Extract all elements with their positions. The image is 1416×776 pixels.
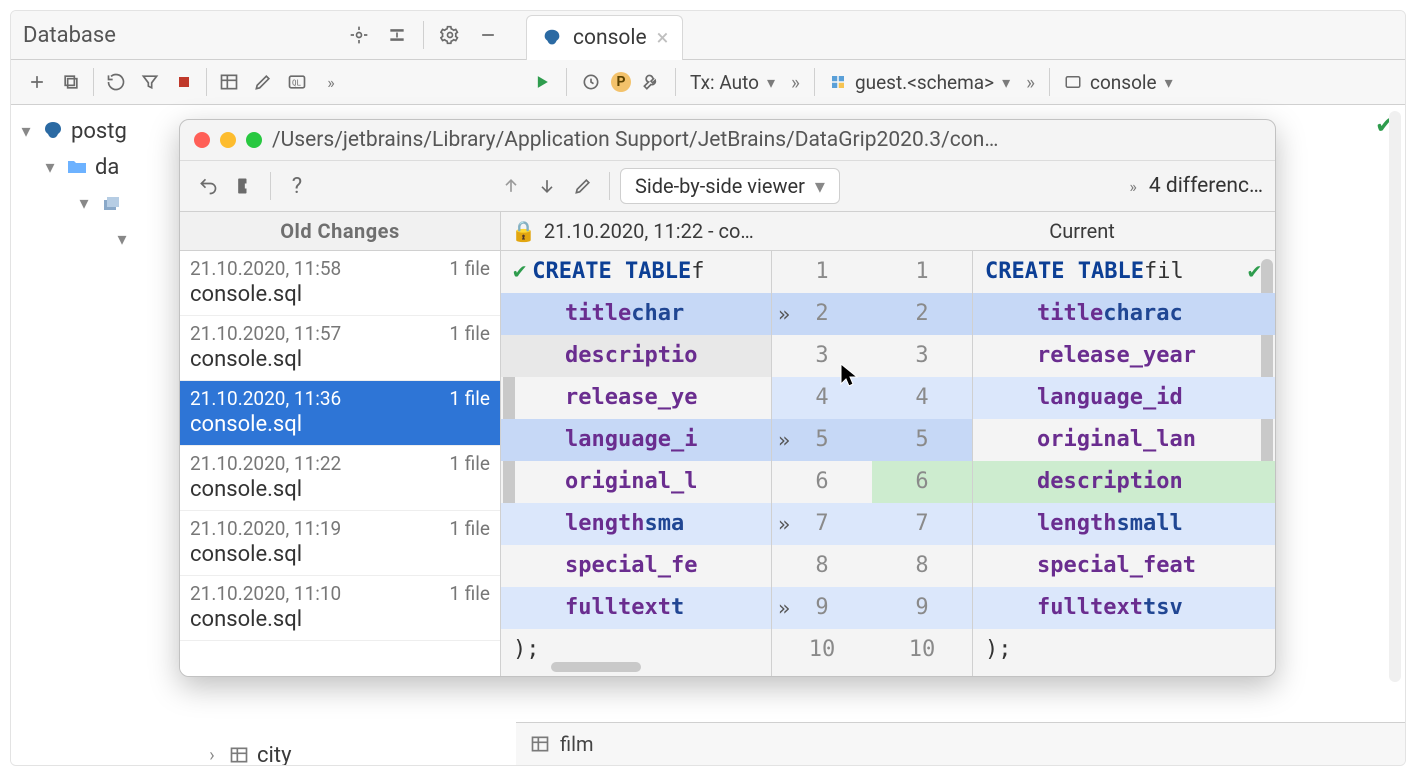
change-item[interactable]: 21.10.2020, 11:221 fileconsole.sql: [180, 446, 500, 511]
change-item[interactable]: 21.10.2020, 11:191 fileconsole.sql: [180, 511, 500, 576]
tree-table-city[interactable]: › city: [17, 737, 516, 765]
window-title: /Users/jetbrains/Library/Application Sup…: [272, 128, 1261, 152]
database-panel-title: Database: [23, 23, 116, 48]
edit-button[interactable]: [247, 66, 279, 98]
editor-scrollbar[interactable]: [1389, 111, 1401, 682]
ql-button[interactable]: QL: [281, 66, 313, 98]
stack-icon: [99, 191, 123, 215]
table-view-button[interactable]: [213, 66, 245, 98]
window-minimize-button[interactable]: [220, 132, 236, 148]
run-button[interactable]: [526, 66, 558, 98]
window-zoom-button[interactable]: [246, 132, 262, 148]
history-icon[interactable]: [575, 66, 607, 98]
change-item[interactable]: 21.10.2020, 11:571 fileconsole.sql: [180, 316, 500, 381]
mouse-cursor: [839, 362, 859, 388]
change-item[interactable]: 21.10.2020, 11:101 fileconsole.sql: [180, 576, 500, 641]
stop-button[interactable]: [168, 66, 200, 98]
close-icon[interactable]: ×: [657, 26, 669, 51]
gear-icon[interactable]: [434, 19, 466, 51]
scrollbar[interactable]: [551, 662, 641, 672]
left-pane-label: 21.10.2020, 11:22 - co…: [544, 219, 754, 243]
tab-label: console: [573, 26, 647, 50]
diff-left-pane[interactable]: ✔CREATE TABLE f title char descriptio re…: [501, 251, 772, 676]
help-icon[interactable]: ?: [281, 170, 313, 202]
tab-console[interactable]: console ×: [526, 15, 683, 60]
diff-right-pane[interactable]: CREATE TABLE fil✔ title charac release_y…: [973, 251, 1275, 676]
diff-count-label: 4 differenc…: [1149, 174, 1263, 198]
table-icon: [227, 743, 251, 765]
window-close-button[interactable]: [194, 132, 210, 148]
postgres-icon: [541, 27, 563, 49]
change-item[interactable]: 21.10.2020, 11:581 fileconsole.sql: [180, 251, 500, 316]
editor-tabs[interactable]: console ×: [516, 11, 1405, 60]
next-diff-button[interactable]: [531, 170, 563, 202]
duplicate-button[interactable]: [55, 66, 87, 98]
changes-header: Old Changes: [180, 212, 500, 251]
pending-badge: P: [611, 72, 631, 92]
table-icon: [530, 734, 550, 754]
split-icon[interactable]: [381, 19, 413, 51]
target-icon[interactable]: [343, 19, 375, 51]
add-datasource-button[interactable]: [21, 66, 53, 98]
statusbar-table-name[interactable]: film: [560, 732, 594, 756]
prev-diff-button[interactable]: [495, 170, 527, 202]
tx-mode-selector[interactable]: Tx: Auto▾: [684, 69, 781, 96]
postgres-icon: [41, 119, 65, 143]
local-history-window: /Users/jetbrains/Library/Application Sup…: [179, 119, 1276, 677]
folder-icon: [65, 155, 89, 179]
viewer-mode-select[interactable]: Side-by-side viewer ▾: [620, 168, 840, 204]
minimize-icon[interactable]: [472, 19, 504, 51]
changes-list[interactable]: Old Changes 21.10.2020, 11:581 fileconso…: [180, 212, 501, 676]
patch-icon[interactable]: [228, 170, 260, 202]
svg-text:QL: QL: [292, 78, 302, 87]
filter-button[interactable]: [134, 66, 166, 98]
schema-selector[interactable]: guest.<schema>▾: [823, 69, 1016, 96]
right-pane-label: Current: [889, 212, 1275, 250]
lock-icon: 🔒: [511, 219, 536, 243]
diff-gutter: 1»234»56»78»910 12345678910: [772, 251, 973, 676]
console-selector[interactable]: console▾: [1058, 69, 1179, 96]
wrench-icon[interactable]: [635, 66, 667, 98]
more-icon[interactable]: »: [1020, 71, 1041, 94]
revert-icon[interactable]: [192, 170, 224, 202]
change-item[interactable]: 21.10.2020, 11:361 fileconsole.sql: [180, 381, 500, 446]
refresh-button[interactable]: [100, 66, 132, 98]
more-icon[interactable]: »: [785, 71, 806, 94]
more-icon[interactable]: »: [1129, 177, 1143, 196]
more-icon[interactable]: »: [315, 66, 347, 98]
edit-icon[interactable]: [567, 170, 599, 202]
